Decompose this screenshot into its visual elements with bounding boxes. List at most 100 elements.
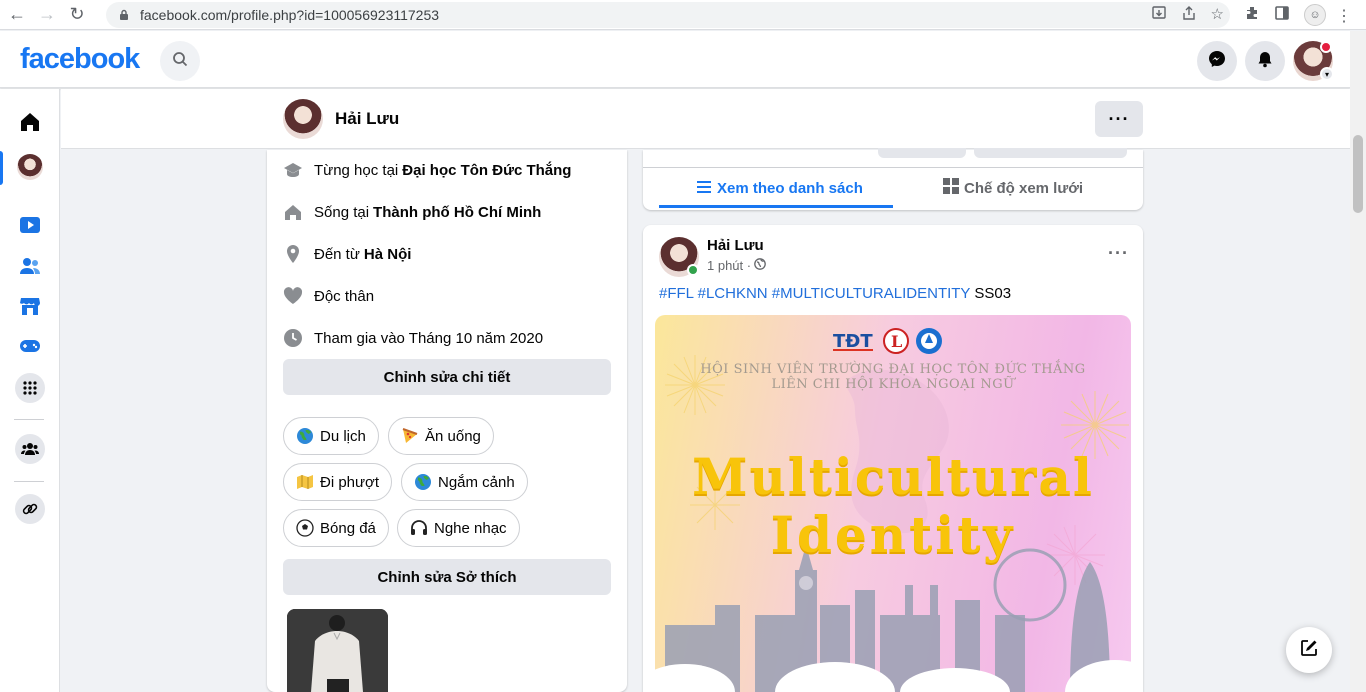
info-from: Đến từ Hà Nội [283,242,411,266]
hobby-chip[interactable]: Bóng đá [283,509,389,547]
faculty-logo-icon: L [883,328,909,354]
headphones-icon [410,519,428,537]
featured-photo[interactable] [287,609,388,692]
account-caret-icon[interactable]: ▾ [1320,67,1334,81]
facebook-logo[interactable]: facebook [20,43,140,76]
globe-icon [296,427,314,445]
organization-logos: TĐT L [831,327,943,355]
post-hashtags[interactable]: #FFL #LCHKNN #MULTICULTURALIDENTITY [659,285,970,302]
active-indicator [0,151,3,185]
back-icon[interactable]: ← [4,2,30,28]
hometown-link[interactable]: Hà Nội [364,246,412,263]
bookmark-star-icon[interactable]: ☆ [1211,5,1224,25]
forward-icon[interactable]: → [34,2,60,28]
svg-text:TĐT: TĐT [833,331,873,352]
student-union-logo-icon [916,328,942,354]
info-studied: Từng học tại Đại học Tôn Đức Thắng [283,158,571,182]
hobby-chip[interactable]: Du lịch [283,417,379,455]
menu-grid-icon[interactable] [15,373,45,403]
install-icon[interactable] [1151,5,1167,25]
tab-grid-view[interactable]: Chế độ xem lưới [943,176,1083,200]
browser-profile-avatar[interactable]: ☺ [1304,4,1326,26]
compose-icon [1299,638,1319,663]
edit-details-button[interactable]: Chỉnh sửa chi tiết [283,359,611,395]
graduation-cap-icon [283,160,303,180]
info-lives: Sống tại Thành phố Hồ Chí Minh [283,200,541,224]
link-icon[interactable] [15,494,45,524]
reload-icon[interactable]: ↻ [64,2,90,28]
marketplace-icon[interactable] [15,291,45,321]
more-options-button[interactable]: ··· [1095,101,1143,137]
public-globe-icon [754,258,766,273]
info-joined: Tham gia vào Tháng 10 năm 2020 [283,326,543,350]
hobby-chip[interactable]: Đi phượt [283,463,393,501]
post-options-button[interactable]: ··· [1108,243,1129,264]
globe-icon [414,473,432,491]
post-image[interactable]: TĐT L HỘI SINH VIÊN TRƯỜNG ĐẠI HỌC TÔN Đ… [655,315,1131,692]
browser-toolbar: ← → ↻ facebook.com/profile.php?id=100056… [0,0,1366,30]
grid-icon [943,178,959,198]
page-scrollbar[interactable] [1350,31,1366,692]
location-pin-icon [283,244,303,264]
url-text: facebook.com/profile.php?id=100056923117… [140,7,440,23]
scrollbar-thumb[interactable] [1353,135,1363,213]
friends-icon[interactable] [15,251,45,281]
clock-icon [283,328,303,348]
post-meta: 1 phút · [707,258,766,273]
rail-divider [14,419,44,420]
gaming-icon[interactable] [15,331,45,361]
image-org-line2: LIÊN CHI HỘI KHOA NGOẠI NGỮ [771,377,1015,392]
profile-name[interactable]: Hải Lưu [335,109,399,129]
profile-rail-avatar[interactable] [15,152,45,182]
search-icon [172,51,188,72]
school-link[interactable]: Đại học Tôn Đức Thắng [402,162,571,179]
online-status-dot [687,264,699,276]
manage-posts-button[interactable] [974,148,1127,158]
notification-badge [1320,41,1332,53]
left-navigation-rail [0,89,60,692]
map-icon [296,473,314,491]
edit-hobbies-button[interactable]: Chỉnh sửa Sở thích [283,559,611,595]
heart-icon [283,286,303,306]
facebook-top-bar: facebook ▾ [0,31,1350,88]
extensions-icon[interactable] [1244,5,1260,25]
city-link[interactable]: Thành phố Hồ Chí Minh [373,204,541,221]
address-bar[interactable]: facebook.com/profile.php?id=100056923117… [106,2,1230,28]
tdt-logo-icon: TĐT [833,331,873,352]
notifications-button[interactable] [1245,41,1285,81]
groups-icon[interactable] [15,434,45,464]
tab-list-view[interactable]: Xem theo danh sách [697,176,863,200]
post-caption: #FFL #LCHKNN #MULTICULTURALIDENTITY SS03 [659,285,1011,302]
lock-icon [118,9,130,21]
new-message-button[interactable] [1286,627,1332,673]
watch-icon[interactable] [15,210,45,240]
rail-divider [14,481,44,482]
view-toggle-card: Xem theo danh sách Chế độ xem lưới [643,148,1143,210]
card-divider [643,167,1143,168]
share-icon[interactable] [1181,5,1197,25]
profile-avatar[interactable] [283,99,323,139]
home-icon[interactable] [15,107,45,137]
post-timestamp[interactable]: 1 phút · [707,258,751,273]
messenger-button[interactable] [1197,41,1237,81]
image-title-line2: Identity [770,505,1016,564]
search-button[interactable] [160,41,200,81]
filter-button[interactable] [878,148,966,158]
soccer-ball-icon [296,519,314,537]
post-caption-suffix: SS03 [974,285,1012,302]
hobby-chip[interactable]: Ăn uống [388,417,494,455]
pizza-icon [401,427,419,445]
list-icon [697,180,711,197]
profile-sticky-header: Hải Lưu ··· [61,89,1350,149]
hobby-chip[interactable]: Nghe nhạc [397,509,520,547]
bell-icon [1256,50,1274,73]
post-author-name[interactable]: Hải Lưu [707,237,764,254]
messenger-icon [1207,49,1227,74]
active-tab-underline [659,205,893,208]
intro-card: Từng học tại Đại học Tôn Đức Thắng Sống … [267,150,627,692]
side-panel-icon[interactable] [1274,5,1290,25]
image-org-line1: HỘI SINH VIÊN TRƯỜNG ĐẠI HỌC TÔN ĐỨC THẮ… [700,362,1086,377]
info-relationship: Độc thân [283,284,374,308]
browser-menu-icon[interactable]: ⋮ [1336,6,1352,26]
hobby-chip[interactable]: Ngắm cảnh [401,463,528,501]
